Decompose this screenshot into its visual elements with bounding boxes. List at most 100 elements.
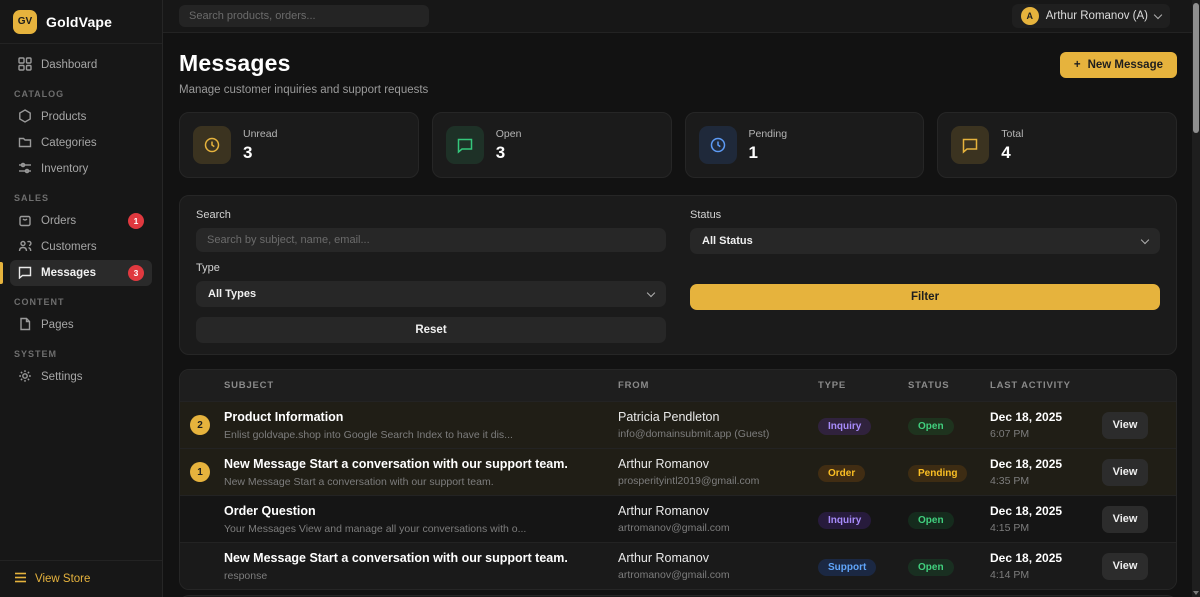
gear-icon [18, 369, 32, 386]
type-label: Type [196, 262, 666, 274]
clock-icon [699, 126, 737, 164]
unread-count-badge: 2 [190, 415, 210, 435]
col-status: STATUS [908, 380, 990, 391]
page-header: Messages Manage customer inquiries and s… [179, 50, 1177, 96]
message-icon [446, 126, 484, 164]
orders-count-badge: 1 [128, 213, 144, 229]
global-search-input[interactable] [179, 5, 429, 27]
topbar: A Arthur Romanov (A) [163, 0, 1200, 33]
type-badge: Inquiry [818, 418, 871, 435]
sender-name: Arthur Romanov [618, 504, 818, 518]
sidebar-item-customers[interactable]: Customers [10, 234, 152, 260]
sender-email: artromanov@gmail.com [618, 522, 818, 534]
sliders-icon [18, 161, 32, 178]
activity-time: 6:07 PM [990, 428, 1102, 440]
chevron-down-icon [1154, 10, 1162, 18]
status-badge: Open [908, 418, 954, 435]
sidebar-item-pages[interactable]: Pages [10, 312, 152, 338]
sidebar-item-label: Customers [41, 241, 97, 253]
filter-right-column: Status All Status Filter [690, 209, 1160, 343]
table-row[interactable]: Order Question Your Messages View and ma… [180, 495, 1176, 542]
table-header-row: SUBJECT FROM TYPE STATUS LAST ACTIVITY [180, 370, 1176, 401]
nav-section-sales: SALES [14, 193, 148, 203]
file-icon [18, 317, 32, 334]
table-row[interactable]: New Message Start a conversation with ou… [180, 542, 1176, 589]
sidebar-item-label: Dashboard [41, 59, 97, 71]
view-store-link[interactable]: View Store [0, 560, 162, 597]
activity-time: 4:15 PM [990, 522, 1102, 534]
stat-label: Pending [749, 128, 788, 140]
filter-button[interactable]: Filter [690, 284, 1160, 310]
table-row[interactable]: 2 Product Information Enlist goldvape.sh… [180, 401, 1176, 448]
activity-time: 4:14 PM [990, 569, 1102, 581]
sidebar-item-label: Settings [41, 371, 83, 383]
stat-card-total: Total 4 [937, 112, 1177, 178]
clock-icon [193, 126, 231, 164]
view-button[interactable]: View [1102, 553, 1148, 580]
sender-name: Arthur Romanov [618, 551, 818, 565]
user-menu[interactable]: A Arthur Romanov (A) [1012, 4, 1170, 28]
new-message-button[interactable]: + New Message [1060, 52, 1177, 78]
sidebar-item-messages[interactable]: Messages 3 [10, 260, 152, 286]
scrollbar-down-arrow[interactable] [1193, 591, 1199, 595]
messages-table: SUBJECT FROM TYPE STATUS LAST ACTIVITY 2… [179, 369, 1177, 590]
col-last-activity: LAST ACTIVITY [990, 380, 1102, 391]
user-name: Arthur Romanov (A) [1046, 10, 1148, 22]
message-search-input[interactable] [196, 228, 666, 252]
activity-date: Dec 18, 2025 [990, 504, 1102, 518]
scrollbar-thumb[interactable] [1193, 3, 1199, 133]
sidebar-item-orders[interactable]: Orders 1 [10, 208, 152, 234]
sidebar-item-products[interactable]: Products [10, 104, 152, 130]
table-row[interactable]: 1 New Message Start a conversation with … [180, 448, 1176, 495]
sidebar-item-inventory[interactable]: Inventory [10, 156, 152, 182]
stat-label: Unread [243, 128, 277, 140]
sidebar-item-settings[interactable]: Settings [10, 364, 152, 390]
activity-date: Dec 18, 2025 [990, 551, 1102, 565]
sender-name: Patricia Pendleton [618, 410, 818, 424]
message-subject: New Message Start a conversation with ou… [224, 551, 618, 565]
col-type: TYPE [818, 380, 908, 391]
main-area: A Arthur Romanov (A) Messages Manage cus… [163, 0, 1200, 597]
sidebar-item-label: Inventory [41, 163, 88, 175]
reset-button[interactable]: Reset [196, 317, 666, 343]
message-subject: New Message Start a conversation with ou… [224, 457, 618, 471]
stat-card-open: Open 3 [432, 112, 672, 178]
unread-count-badge: 1 [190, 462, 210, 482]
content: Messages Manage customer inquiries and s… [163, 50, 1200, 597]
new-message-label: New Message [1088, 59, 1163, 71]
status-badge: Open [908, 559, 954, 576]
sidebar-item-categories[interactable]: Categories [10, 130, 152, 156]
dashboard-icon [18, 57, 32, 74]
status-label: Status [690, 209, 1160, 221]
status-select[interactable]: All Status [690, 228, 1160, 254]
type-badge: Support [818, 559, 876, 576]
view-store-label: View Store [35, 573, 90, 585]
sender-name: Arthur Romanov [618, 457, 818, 471]
stat-value: 4 [1001, 143, 1023, 163]
message-icon [951, 126, 989, 164]
type-select[interactable]: All Types [196, 281, 666, 307]
view-button[interactable]: View [1102, 459, 1148, 486]
filter-panel: Search Type All Types Reset Status All S… [179, 195, 1177, 355]
sidebar: GV GoldVape Dashboard CATALOG Products C… [0, 0, 163, 597]
stat-value: 3 [243, 143, 277, 163]
page-title: Messages [179, 50, 428, 77]
view-button[interactable]: View [1102, 412, 1148, 439]
sidebar-item-dashboard[interactable]: Dashboard [10, 52, 152, 78]
scrollbar[interactable] [1192, 0, 1200, 597]
sender-email: artromanov@gmail.com [618, 569, 818, 581]
stat-card-pending: Pending 1 [685, 112, 925, 178]
sidebar-item-label: Products [41, 111, 86, 123]
activity-date: Dec 18, 2025 [990, 457, 1102, 471]
message-icon [18, 265, 32, 282]
users-icon [18, 239, 32, 256]
messages-count-badge: 3 [128, 265, 144, 281]
folder-icon [18, 135, 32, 152]
stat-value: 3 [496, 143, 522, 163]
brand-logo[interactable]: GV GoldVape [0, 0, 162, 44]
page-subtitle: Manage customer inquiries and support re… [179, 84, 428, 96]
sender-email: info@domainsubmit.app (Guest) [618, 428, 818, 440]
type-select-value: All Types [208, 288, 256, 300]
message-preview: response [224, 570, 618, 582]
view-button[interactable]: View [1102, 506, 1148, 533]
